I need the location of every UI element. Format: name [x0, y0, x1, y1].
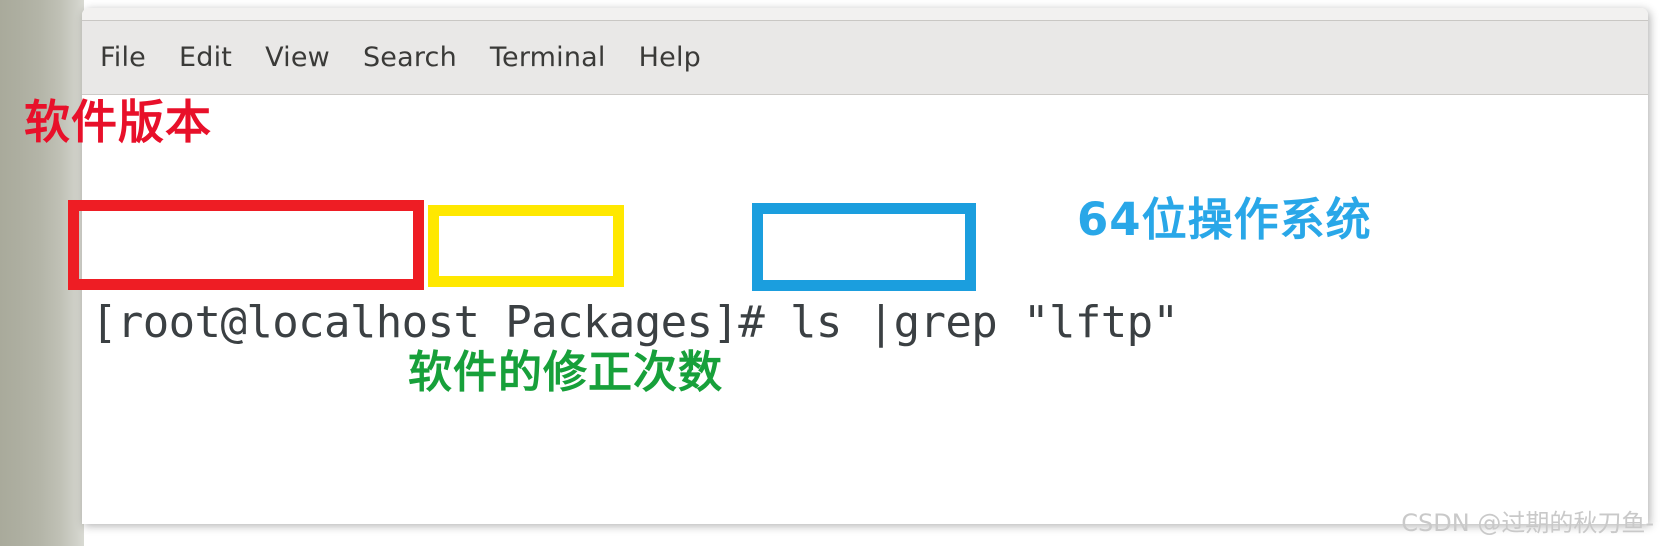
menu-item-help[interactable]: Help	[639, 42, 701, 73]
annotation-label-architecture: 64位操作系统	[1077, 193, 1372, 246]
window-title-bar[interactable]	[82, 8, 1648, 21]
annotation-box-architecture	[752, 203, 976, 291]
menu-item-file[interactable]: File	[100, 42, 146, 73]
annotation-label-version: 软件版本	[24, 95, 212, 149]
menu-item-search[interactable]: Search	[363, 42, 457, 73]
annotation-label-release: 软件的修正次数	[408, 347, 723, 398]
menu-item-edit[interactable]: Edit	[179, 42, 232, 73]
menu-bar: File Edit View Search Terminal Help	[82, 21, 1648, 95]
annotation-box-release	[428, 205, 624, 287]
csdn-watermark: CSDN @过期的秋刀鱼-	[1401, 509, 1654, 537]
terminal-text: [root@localhost Packages]# ls |grep "lft…	[91, 102, 1179, 524]
menu-item-terminal[interactable]: Terminal	[490, 42, 606, 73]
screenshot-root: File Edit View Search Terminal Help [roo…	[0, 0, 1672, 546]
terminal-output-area[interactable]: [root@localhost Packages]# ls |grep "lft…	[82, 96, 1648, 524]
annotation-box-version	[68, 200, 424, 290]
menu-item-view[interactable]: View	[265, 42, 330, 73]
